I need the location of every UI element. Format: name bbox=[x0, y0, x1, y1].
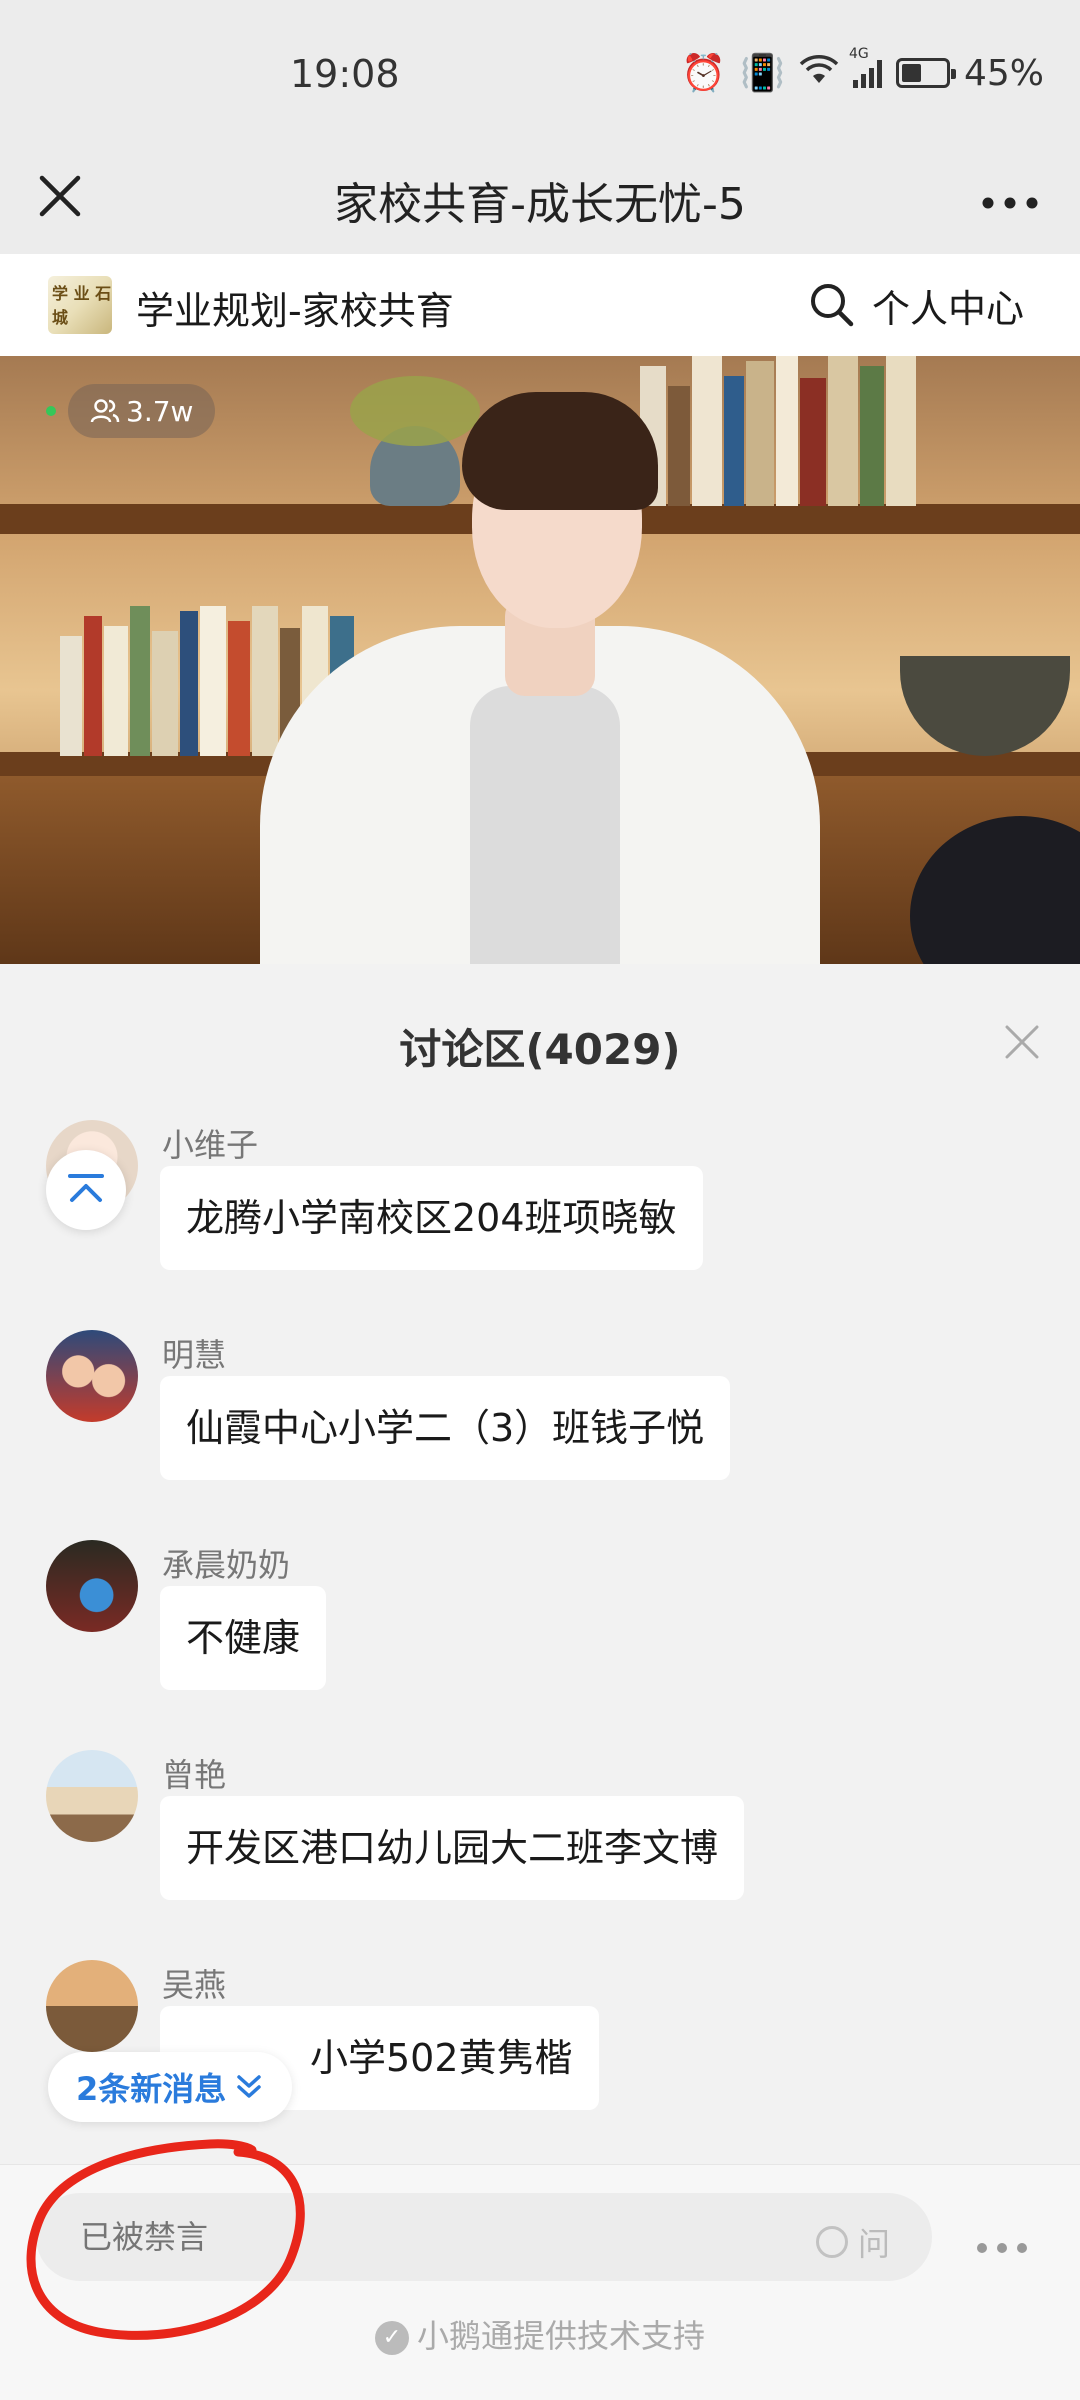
more-icon bbox=[982, 197, 1038, 209]
ask-label: 问 bbox=[858, 2225, 891, 2263]
more-menu-button[interactable] bbox=[970, 160, 1050, 232]
new-messages-pill[interactable]: 2条新消息 bbox=[48, 2052, 293, 2122]
avatar[interactable] bbox=[46, 1330, 138, 1422]
plant-leaves bbox=[350, 376, 480, 446]
wifi-icon bbox=[799, 53, 839, 94]
search-icon[interactable] bbox=[808, 281, 856, 329]
double-chevron-down-icon bbox=[237, 2075, 262, 2098]
logo-lettering: 学 业 石 城 bbox=[52, 284, 112, 327]
message-bubble: 仙霞中心小学二（3）班钱子悦 bbox=[160, 1376, 731, 1480]
live-video-player[interactable]: 3.7w bbox=[0, 356, 1080, 964]
discussion-title: 讨论区(4029) bbox=[399, 1025, 681, 1074]
message-nickname: 小维子 bbox=[162, 1126, 259, 1164]
close-icon bbox=[1005, 1025, 1039, 1059]
message-nickname: 明慧 bbox=[162, 1336, 227, 1374]
message-bubble: 开发区港口幼儿园大二班李文博 bbox=[160, 1796, 745, 1900]
alarm-icon: ⏰ bbox=[681, 53, 727, 94]
chevron-up-icon bbox=[68, 1174, 104, 1202]
personal-center-link[interactable]: 个人中心 bbox=[872, 278, 1024, 333]
message-nickname: 吴燕 bbox=[162, 1966, 227, 2004]
channel-name[interactable]: 学业规划-家校共育 bbox=[136, 280, 454, 335]
page-title: 家校共育-成长无忧-5 bbox=[334, 179, 746, 230]
network-type-label: 4G bbox=[848, 46, 869, 62]
radio-icon bbox=[816, 2226, 848, 2258]
viewer-count: 3.7w bbox=[126, 394, 194, 428]
status-time: 19:08 bbox=[290, 52, 400, 96]
message-bubble: 不健康 bbox=[160, 1586, 327, 1690]
books-top bbox=[640, 356, 930, 506]
ask-question-toggle[interactable]: 问 bbox=[816, 2219, 890, 2265]
discussion-close-button[interactable] bbox=[992, 1012, 1052, 1072]
check-icon: ✓ bbox=[374, 2321, 409, 2355]
input-more-button[interactable] bbox=[962, 2215, 1042, 2265]
message-nickname: 曾艳 bbox=[162, 1756, 227, 1794]
battery-percent: 45% bbox=[963, 52, 1044, 94]
more-icon bbox=[977, 2243, 1027, 2253]
viewer-count-badge: 3.7w bbox=[68, 384, 216, 438]
live-indicator-dot bbox=[46, 406, 56, 416]
battery-level bbox=[901, 64, 921, 82]
channel-logo[interactable]: 学 业 石 城 bbox=[48, 276, 112, 334]
avatar[interactable] bbox=[46, 1750, 138, 1842]
battery-icon bbox=[895, 58, 956, 88]
people-icon bbox=[90, 399, 120, 423]
discussion-panel: 讨论区(4029) 小维子 龙腾小学南校区204班项晓敏 明慧 仙霞中心小学二（… bbox=[0, 964, 1080, 2164]
chat-input[interactable] bbox=[36, 2193, 932, 2281]
decor-bowl bbox=[900, 656, 1070, 756]
presenter-hair bbox=[462, 392, 658, 510]
signal-icon: 4G bbox=[849, 46, 882, 88]
avatar[interactable] bbox=[46, 1960, 138, 2052]
presenter-shirt bbox=[470, 686, 620, 964]
chat-input-bar: 问 ✓小鹅通提供技术支持 bbox=[0, 2164, 1080, 2400]
message-nickname: 承晨奶奶 bbox=[162, 1546, 291, 1584]
channel-header: 学 业 石 城 学业规划-家校共育 个人中心 bbox=[0, 254, 1080, 356]
powered-by-footer: ✓ 小鹅通提供技术支持 bbox=[0, 2311, 1080, 2357]
powered-by-text: 小鹅通提供技术支持 bbox=[416, 2317, 705, 2355]
avatar[interactable] bbox=[46, 1540, 138, 1632]
title-bar: 家校共育-成长无忧-5 bbox=[0, 140, 1080, 254]
vibrate-icon: 📳 bbox=[740, 53, 785, 94]
new-messages-label: 2条新消息 bbox=[76, 2070, 227, 2108]
scroll-to-top-button[interactable] bbox=[46, 1150, 126, 1230]
status-icons: ⏰ 📳 4G 45% bbox=[681, 46, 1044, 94]
message-bubble: 龙腾小学南校区204班项晓敏 bbox=[160, 1166, 703, 1270]
status-bar: 19:08 ⏰ 📳 4G 45% bbox=[0, 0, 1080, 140]
